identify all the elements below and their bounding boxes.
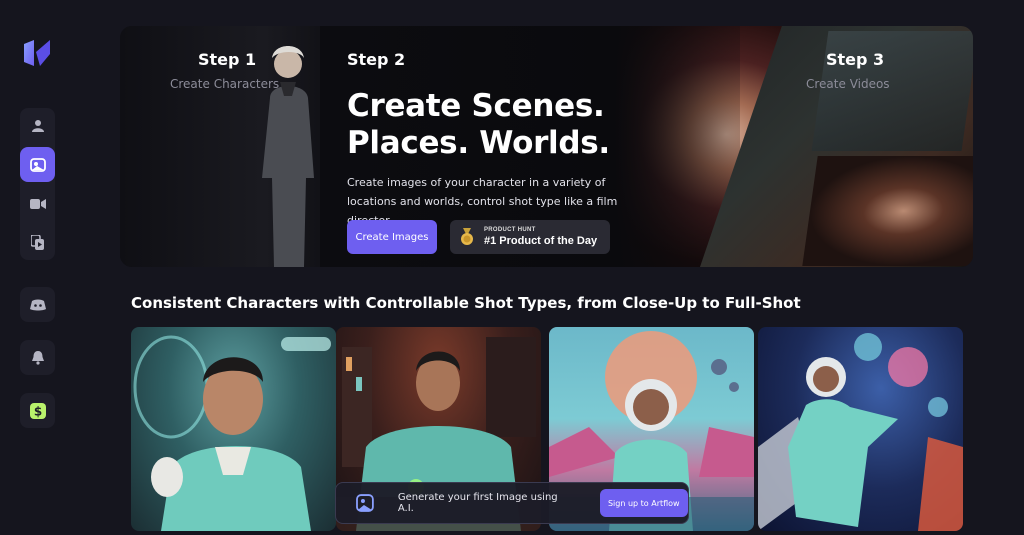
gallery-card-closeup[interactable] [131,327,336,531]
artflow-logo[interactable] [22,40,52,66]
badge-line1: PRODUCT HUNT [484,227,536,233]
nav-library[interactable] [20,225,55,260]
hero-title: Create Scenes. Places. Worlds. [347,88,610,162]
create-images-button[interactable]: Create Images [347,220,437,254]
nav-videos[interactable] [20,186,55,221]
astronaut-space-image [758,333,963,531]
film-frame [802,156,973,266]
medal-icon [461,228,473,245]
step3[interactable]: Step 3 Create Videos [806,50,890,91]
notifications-button[interactable] [20,340,55,375]
signup-button[interactable]: Sign up to Artflow [599,489,688,517]
user-icon [31,119,44,132]
step1-subtitle: Create Characters [170,77,280,91]
nav-characters[interactable] [20,108,55,143]
scene-icon [29,157,46,172]
film-frame [811,31,973,151]
signup-toast: Generate your first Image using A.I. Sig… [335,482,689,524]
copy-play-icon [30,234,44,250]
video-camera-icon [29,198,46,209]
badge-line2: #1 Product of the Day [484,235,598,247]
step3-label: Step 3 [826,50,885,69]
nav-scenes[interactable] [20,147,55,182]
pricing-button[interactable]: $ [20,393,55,428]
step1[interactable]: Step 1 Create Characters [170,50,279,91]
hero-title-line2: Places. Worlds. [347,125,610,161]
product-hunt-badge[interactable]: PRODUCT HUNT #1 Product of the Day [450,220,610,254]
dollar-icon: $ [29,402,46,419]
svg-text:$: $ [33,404,41,418]
discord-icon [29,299,46,310]
hero-banner: Step 1 Create Characters Step 2 Step 3 C… [120,26,973,267]
step2-label: Step 2 [347,50,406,69]
gallery-card-fullshot[interactable] [758,327,963,531]
gallery-title: Consistent Characters with Controllable … [131,294,801,312]
step3-subtitle: Create Videos [806,77,890,91]
image-icon [356,494,374,512]
discord-button[interactable] [20,287,55,322]
toast-message: Generate your first Image using A.I. [397,492,558,514]
nav-group [20,108,55,260]
bell-icon [31,351,44,365]
step2[interactable]: Step 2 [347,50,405,69]
sidebar: $ [0,0,72,535]
step1-label: Step 1 [198,50,257,69]
hero-title-line1: Create Scenes. [347,88,605,124]
astronaut-closeup-image [133,335,331,531]
